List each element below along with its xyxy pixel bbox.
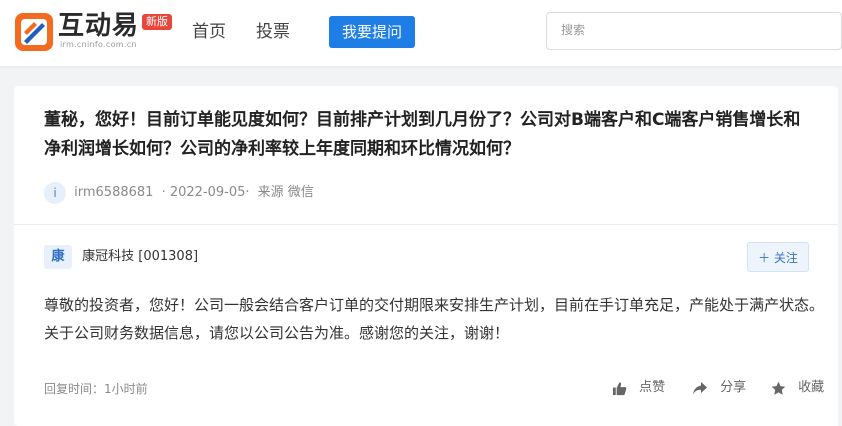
question-user[interactable]: irm6588681: [74, 185, 153, 200]
logo-mark-icon: [15, 13, 53, 51]
answer-section: 康 康冠科技 [001308] ＋ 关注 尊敬的投资者，您好！公司一般会结合客户…: [28, 225, 838, 426]
top-header: 互动易 irm.cninfo.com.cn 新版 首页 投票 我要提问: [0, 0, 842, 66]
search-box[interactable]: [546, 12, 842, 50]
star-icon: [771, 381, 786, 395]
share-icon: [693, 381, 707, 394]
ask-question-button[interactable]: 我要提问: [329, 16, 415, 48]
new-version-badge: 新版: [142, 14, 172, 30]
plus-icon: ＋: [758, 251, 771, 265]
collect-button[interactable]: 收藏: [771, 377, 824, 399]
company-name: 康冠科技 [001308]: [82, 249, 199, 264]
question-source: 来源 微信: [257, 185, 314, 200]
company-badge: 康: [44, 245, 72, 269]
follow-label: 关注: [773, 251, 798, 265]
search-input[interactable]: [561, 23, 821, 37]
share-button[interactable]: 分享: [692, 377, 746, 399]
follow-button[interactable]: ＋ 关注: [747, 242, 809, 272]
qa-card: 董秘，您好！目前订单能见度如何？目前排产计划到几月份了？公司对B端客户和C端客户…: [14, 86, 838, 426]
nav-home[interactable]: 首页: [192, 20, 226, 44]
thumbs-up-icon: [612, 381, 627, 395]
collect-label: 收藏: [798, 380, 825, 395]
question-meta: i irm6588681 · 2022-09-05· 来源 微信: [44, 181, 314, 205]
like-label: 点赞: [639, 380, 666, 395]
question-text: 董秘，您好！目前订单能见度如何？目前排产计划到几月份了？公司对B端客户和C端客户…: [44, 110, 801, 159]
share-label: 分享: [720, 380, 747, 395]
question-date: · 2022-09-05·: [161, 185, 250, 200]
user-avatar: i: [44, 182, 66, 204]
nav-vote[interactable]: 投票: [256, 20, 290, 44]
site-logo[interactable]: 互动易 irm.cninfo.com.cn 新版: [14, 10, 176, 54]
answer-text: 尊敬的投资者，您好！公司一般会结合客户订单的交付期限来安排生产计划，目前在手订单…: [44, 296, 825, 342]
logo-domain: irm.cninfo.com.cn: [60, 40, 137, 49]
like-button[interactable]: 点赞: [612, 377, 665, 399]
company-info[interactable]: 康 康冠科技 [001308]: [44, 245, 198, 269]
logo-text: 互动易: [58, 11, 140, 41]
reply-time: 回复时间：1小时前: [44, 382, 148, 396]
